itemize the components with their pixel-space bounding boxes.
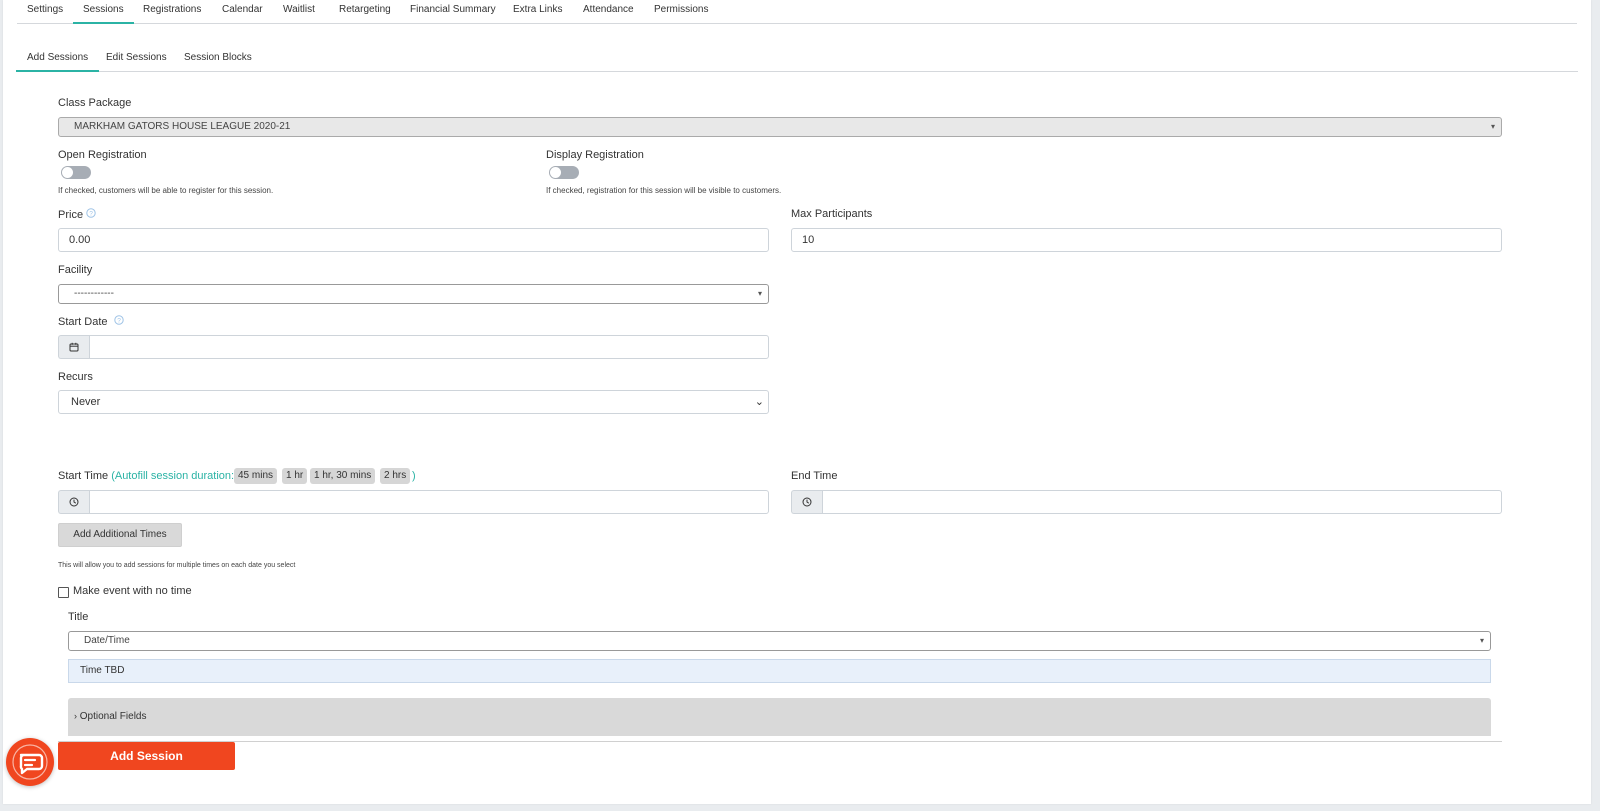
chat-button[interactable] xyxy=(6,738,54,786)
start-date-input[interactable] xyxy=(89,335,769,359)
chevron-down-icon: ▾ xyxy=(1490,122,1495,131)
autofill-close-paren: ) xyxy=(412,470,416,482)
recurs-select[interactable]: Never ⌄ xyxy=(58,390,769,414)
end-time-label: End Time xyxy=(791,470,838,482)
chevron-right-icon: › xyxy=(74,711,77,721)
clock-icon[interactable] xyxy=(58,490,89,514)
additional-times-hint: This will allow you to add sessions for … xyxy=(58,562,296,569)
tab-settings[interactable]: Settings xyxy=(17,0,73,22)
start-date-label: Start Date xyxy=(58,316,108,328)
recurs-label: Recurs xyxy=(58,371,93,383)
price-input[interactable]: 0.00 xyxy=(58,228,769,252)
display-registration-label: Display Registration xyxy=(546,149,644,161)
no-time-label: Make event with no time xyxy=(73,585,192,597)
svg-text:?: ? xyxy=(89,211,93,218)
add-additional-times-button[interactable]: Add Additional Times xyxy=(58,523,182,547)
facility-value: ------------ xyxy=(74,288,114,299)
page: Settings Sessions Registrations Calendar… xyxy=(3,0,1591,804)
chat-icon xyxy=(12,744,48,780)
tab-extra-links[interactable]: Extra Links xyxy=(503,0,572,22)
max-participants-input[interactable]: 10 xyxy=(791,228,1502,252)
tab-retargeting[interactable]: Retargeting xyxy=(329,0,401,22)
max-participants-label: Max Participants xyxy=(791,208,873,220)
title-label: Title xyxy=(68,611,89,623)
clock-icon[interactable] xyxy=(791,490,822,514)
chevron-down-icon: ▾ xyxy=(1479,636,1484,645)
time-tbd-field[interactable]: Time TBD xyxy=(68,659,1491,683)
title-value: Date/Time xyxy=(84,635,130,646)
calendar-icon[interactable] xyxy=(58,335,89,359)
price-label: Price xyxy=(58,209,84,221)
chevron-down-icon: ▾ xyxy=(757,289,762,298)
tab-sessions[interactable]: Sessions xyxy=(73,0,134,24)
tab-session-blocks[interactable]: Session Blocks xyxy=(173,48,263,70)
tab-attendance[interactable]: Attendance xyxy=(573,0,644,22)
start-time-label: Start Time (Autofill session duration: xyxy=(58,470,234,482)
tab-waitlist[interactable]: Waitlist xyxy=(273,0,325,22)
optional-fields-label: Optional Fields xyxy=(79,711,147,722)
svg-text:?: ? xyxy=(117,318,121,325)
main-tabs: Settings Sessions Registrations Calendar… xyxy=(17,0,1577,24)
divider xyxy=(58,741,1502,742)
autofill-45-mins[interactable]: 45 mins xyxy=(234,468,278,484)
autofill-label: (Autofill session duration: xyxy=(111,470,235,482)
start-time-label-text: Start Time xyxy=(58,470,109,482)
tab-edit-sessions[interactable]: Edit Sessions xyxy=(95,48,178,70)
display-registration-hint: If checked, registration for this sessio… xyxy=(546,186,782,195)
optional-fields-toggle[interactable]: › Optional Fields xyxy=(68,698,1491,736)
toggle-knob xyxy=(550,167,561,178)
open-registration-label: Open Registration xyxy=(58,149,147,161)
autofill-2-hrs[interactable]: 2 hrs xyxy=(380,468,411,484)
facility-select[interactable]: ------------ ▾ xyxy=(58,284,769,304)
start-time-input[interactable] xyxy=(89,490,769,514)
toggle-knob xyxy=(62,167,73,178)
chevron-down-icon: ⌄ xyxy=(754,396,764,408)
tab-financial-summary[interactable]: Financial Summary xyxy=(400,0,506,22)
display-registration-toggle[interactable] xyxy=(549,166,579,179)
open-registration-toggle[interactable] xyxy=(61,166,91,179)
question-circle-icon[interactable]: ? xyxy=(86,208,96,220)
question-circle-icon[interactable]: ? xyxy=(114,315,124,327)
autofill-1-hr-30-mins[interactable]: 1 hr, 30 mins xyxy=(310,468,376,484)
class-package-select[interactable]: MARKHAM GATORS HOUSE LEAGUE 2020-21 ▾ xyxy=(58,117,1502,137)
end-time-input[interactable] xyxy=(822,490,1502,514)
tab-add-sessions[interactable]: Add Sessions xyxy=(16,48,100,72)
add-session-button[interactable]: Add Session xyxy=(58,742,235,770)
sub-tabs: Add Sessions Edit Sessions Session Block… xyxy=(16,48,1578,72)
facility-label: Facility xyxy=(58,264,93,276)
tab-permissions[interactable]: Permissions xyxy=(644,0,718,22)
no-time-checkbox[interactable] xyxy=(58,587,69,598)
autofill-1-hr[interactable]: 1 hr xyxy=(282,468,308,484)
recurs-value: Never xyxy=(71,396,101,408)
tab-calendar[interactable]: Calendar xyxy=(212,0,273,22)
class-package-value: MARKHAM GATORS HOUSE LEAGUE 2020-21 xyxy=(74,121,291,132)
open-registration-hint: If checked, customers will be able to re… xyxy=(58,186,274,195)
title-select[interactable]: Date/Time ▾ xyxy=(68,631,1491,651)
tab-registrations[interactable]: Registrations xyxy=(133,0,211,22)
class-package-label: Class Package xyxy=(58,97,132,109)
